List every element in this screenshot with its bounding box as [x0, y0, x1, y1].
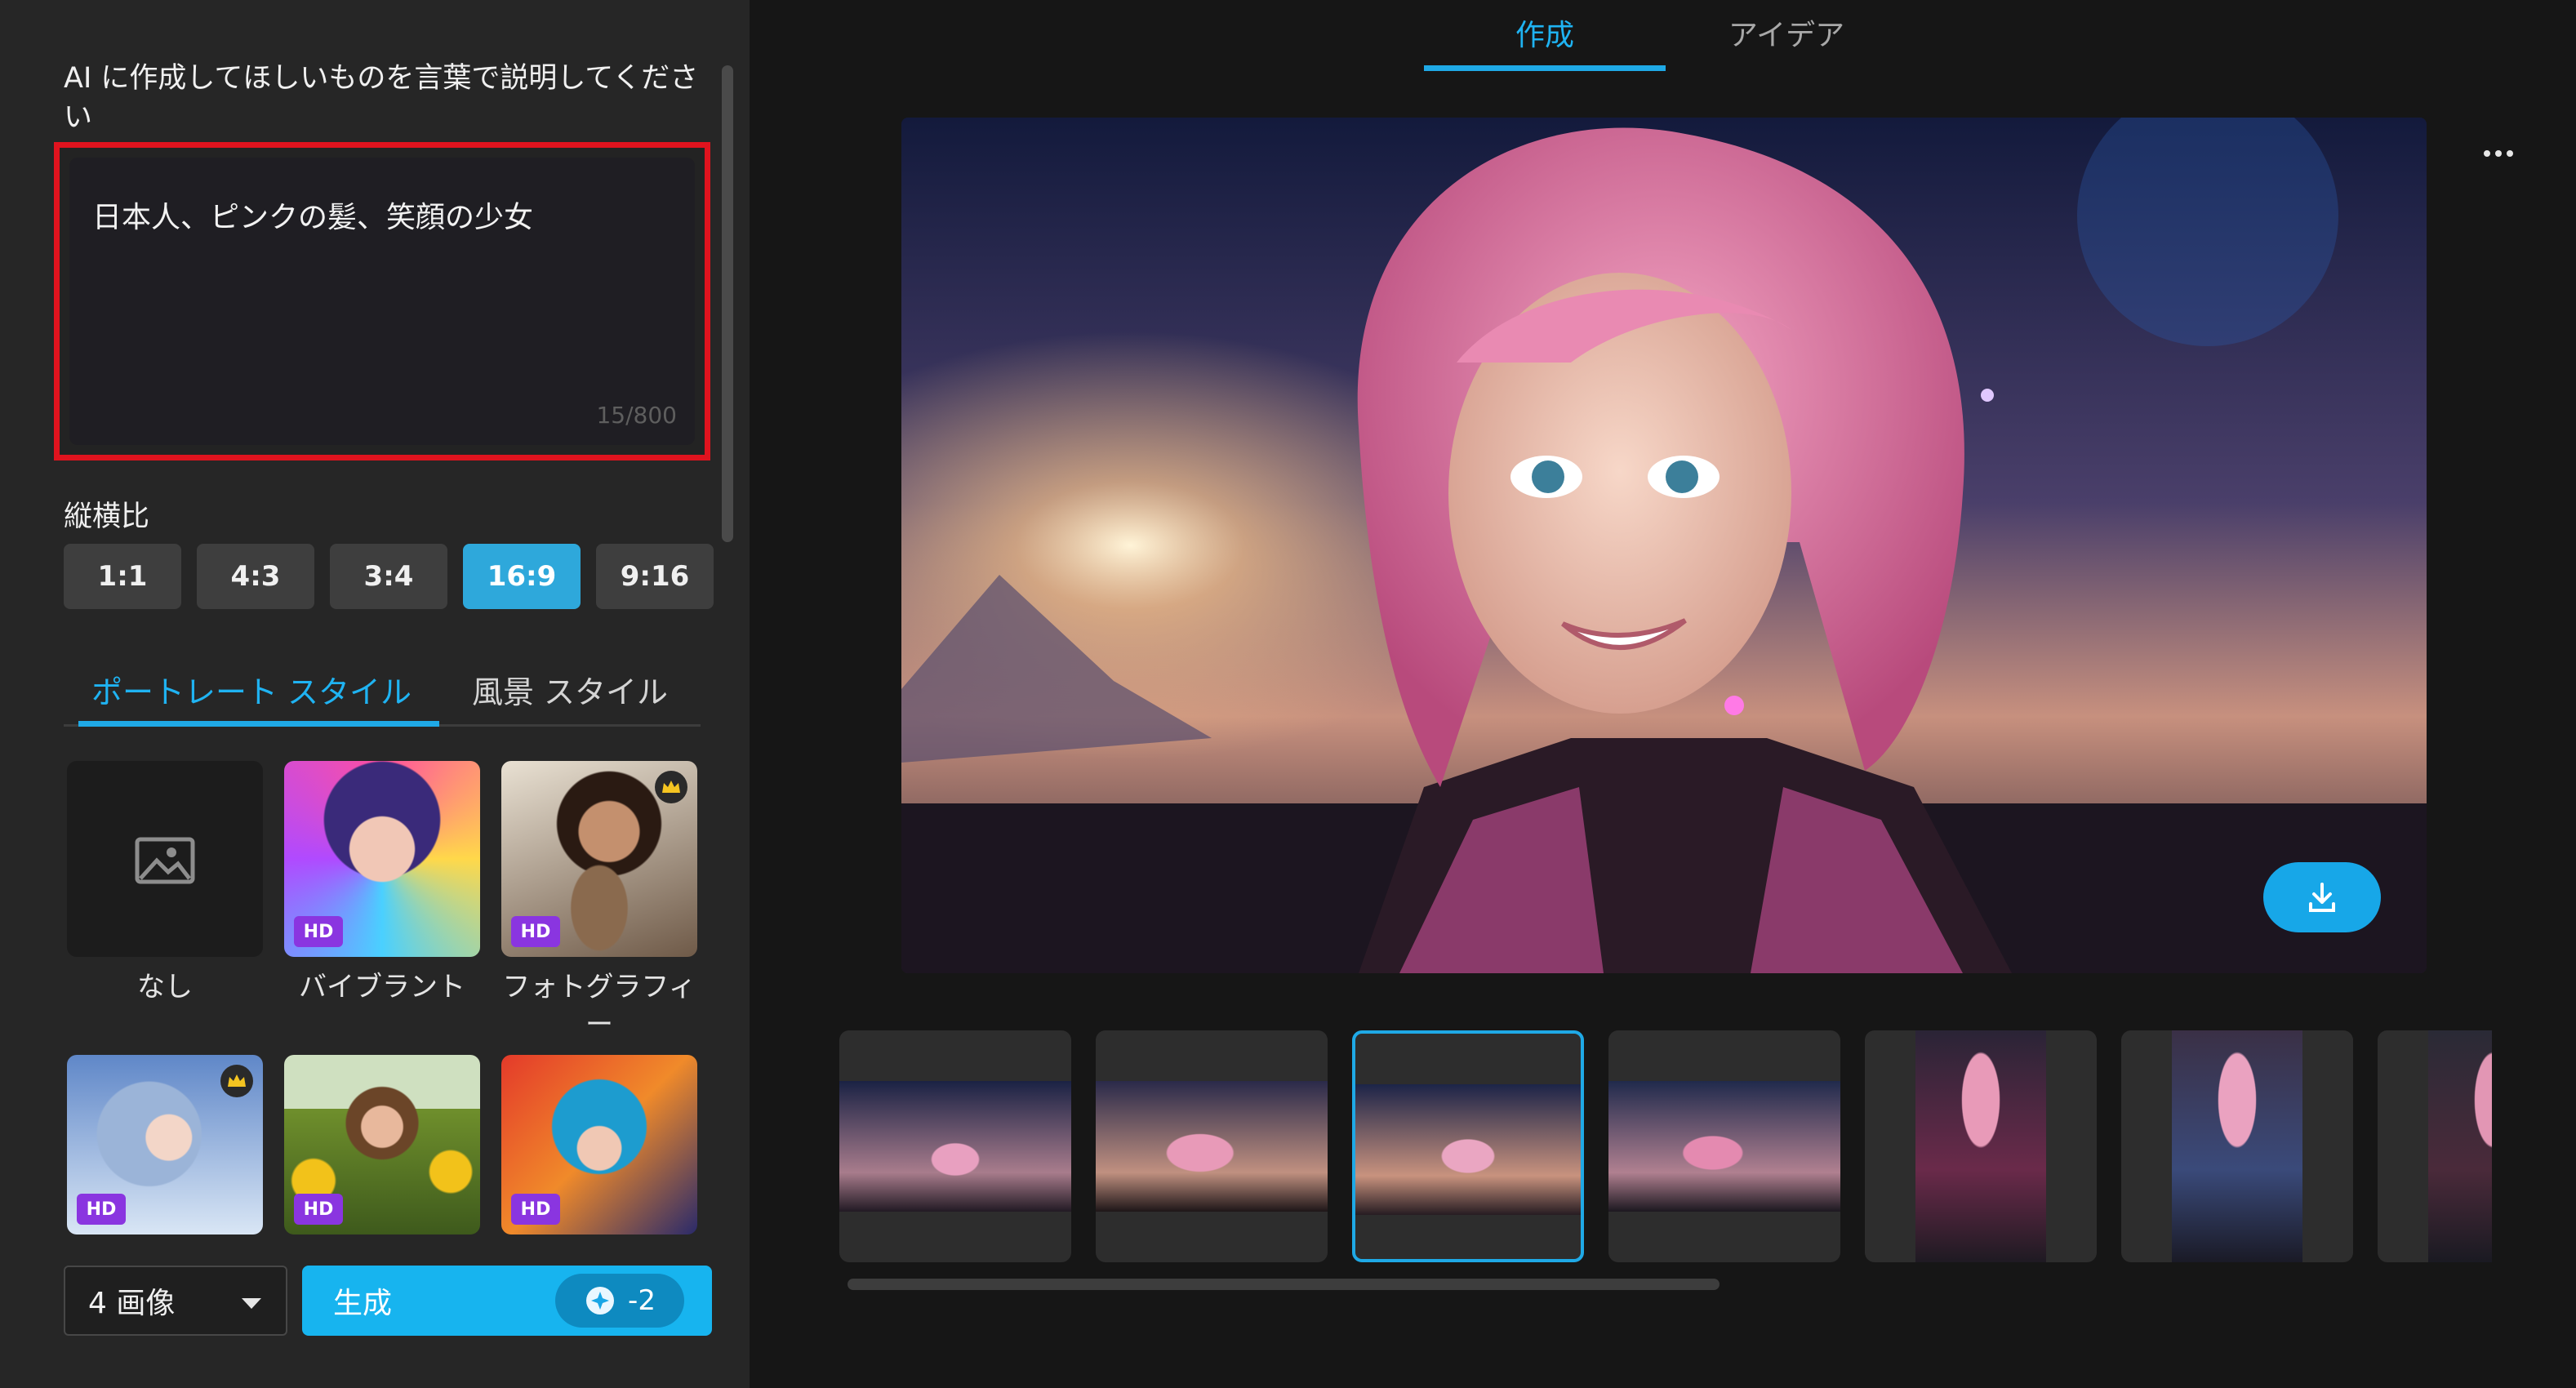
crown-icon: [220, 1065, 253, 1097]
thumbnail-image: [1096, 1081, 1328, 1212]
style-card-pop-art[interactable]: HD: [501, 1055, 697, 1246]
prompt-text[interactable]: 日本人、ピンクの髪、笑顔の少女: [92, 194, 533, 236]
hd-badge: HD: [294, 1194, 343, 1225]
prompt-highlight-frame: 日本人、ピンクの髪、笑顔の少女 15/800: [54, 142, 710, 460]
crown-icon: [655, 771, 687, 803]
ratio-4-3-button[interactable]: 4:3: [197, 544, 314, 609]
hd-badge: HD: [511, 1194, 560, 1225]
hd-badge: HD: [511, 916, 560, 947]
tab-portrait-style[interactable]: ポートレート スタイル: [64, 652, 439, 727]
thumbnail-scrollbar[interactable]: [848, 1279, 1720, 1290]
thumbnail-1[interactable]: [839, 1030, 1071, 1262]
style-thumb: HD: [501, 1055, 697, 1235]
style-card-sunflower[interactable]: HD: [284, 1055, 480, 1246]
ratio-3-4-button[interactable]: 3:4: [330, 544, 447, 609]
tab-landscape-style[interactable]: 風景 スタイル: [456, 652, 684, 727]
style-name: フォトグラフィー: [502, 971, 696, 1041]
thumbnail-5[interactable]: [1865, 1030, 2097, 1262]
active-tab-indicator: [1424, 65, 1666, 71]
style-name: なし: [137, 971, 193, 1003]
tab-ideas[interactable]: アイデア: [1666, 0, 1907, 65]
active-tab-indicator: [78, 721, 439, 727]
style-card-none[interactable]: なし: [67, 761, 263, 1006]
image-count-value: 4 画像: [88, 1287, 176, 1320]
style-thumb: HD: [284, 761, 480, 957]
thumbnail-3-selected[interactable]: [1352, 1030, 1584, 1262]
thumbnail-strip: [839, 1030, 2492, 1267]
thumbnail-image: [2172, 1030, 2302, 1262]
settings-panel: AI に作成してほしいものを言葉で説明してください 日本人、ピンクの髪、笑顔の少…: [0, 0, 750, 1388]
thumbnail-7[interactable]: [2378, 1030, 2492, 1262]
ratio-9-16-button[interactable]: 9:16: [596, 544, 714, 609]
style-tabs: ポートレート スタイル 風景 スタイル: [64, 652, 701, 727]
style-thumb: HD: [501, 761, 697, 957]
style-thumb: HD: [67, 1055, 263, 1235]
more-horizontal-icon[interactable]: [2479, 144, 2518, 163]
style-card-watercolor[interactable]: HD: [67, 1055, 263, 1246]
thumbnail-2[interactable]: [1096, 1030, 1328, 1262]
thumbnail-image: [1915, 1030, 2046, 1262]
thumbnail-6[interactable]: [2121, 1030, 2353, 1262]
ratio-1-1-button[interactable]: 1:1: [64, 544, 181, 609]
portrait-artwork: [901, 118, 2427, 973]
thumbnail-4[interactable]: [1608, 1030, 1840, 1262]
image-count-select[interactable]: 4 画像: [64, 1266, 287, 1336]
prompt-label: AI に作成してほしいものを言葉で説明してください: [64, 62, 699, 134]
chevron-down-icon: [242, 1298, 261, 1309]
style-name: バイブラント: [299, 971, 465, 1003]
image-placeholder-icon: [135, 837, 195, 884]
ratio-16-9-button[interactable]: 16:9: [463, 544, 581, 609]
hd-badge: HD: [77, 1194, 126, 1225]
style-card-vibrant[interactable]: HD バイブラント: [284, 761, 480, 1006]
prompt-char-counter: 15/800: [596, 402, 677, 429]
prompt-textarea[interactable]: 日本人、ピンクの髪、笑顔の少女 15/800: [69, 158, 695, 445]
thumbnail-image: [1355, 1084, 1581, 1215]
generated-image-preview: [901, 118, 2427, 973]
download-icon: [2309, 883, 2335, 912]
credit-icon: [586, 1287, 615, 1315]
style-card-photography[interactable]: HD フォトグラフィー: [501, 761, 697, 1043]
thumbnail-image: [1608, 1081, 1840, 1212]
credit-cost: -2: [628, 1284, 656, 1317]
style-thumb: [67, 761, 263, 957]
aspect-ratio-label: 縦横比: [64, 500, 150, 533]
panel-scrollbar[interactable]: [722, 65, 733, 542]
mode-tabs: 作成 アイデア: [1424, 0, 1881, 73]
thumbnail-image: [2428, 1030, 2492, 1262]
generate-label: 生成: [333, 1287, 393, 1320]
credit-cost-pill: -2: [555, 1274, 684, 1328]
aspect-ratio-group: 1:1 4:3 3:4 16:9 9:16: [64, 544, 714, 609]
style-thumb: HD: [284, 1055, 480, 1235]
thumbnail-image: [839, 1081, 1071, 1212]
tab-create[interactable]: 作成: [1424, 0, 1666, 65]
generate-button[interactable]: 生成 -2: [302, 1266, 712, 1336]
download-button[interactable]: [2263, 862, 2381, 932]
hd-badge: HD: [294, 916, 343, 947]
